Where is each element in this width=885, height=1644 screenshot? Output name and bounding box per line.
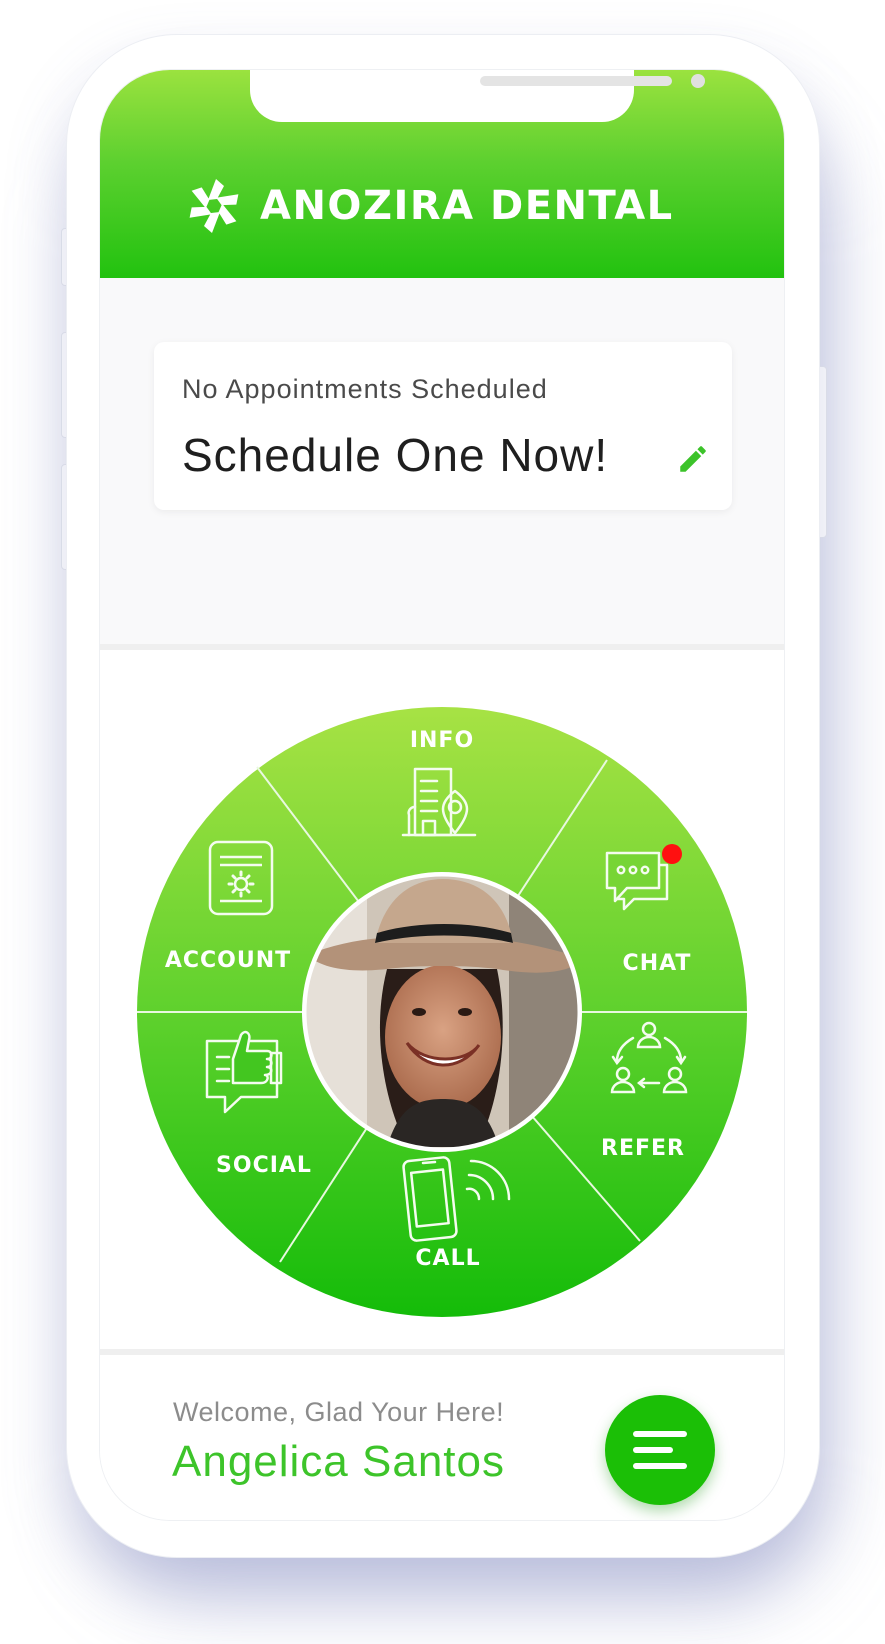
- brand: ANOZIRA DENTAL: [184, 176, 674, 236]
- front-camera: [691, 74, 705, 88]
- wheel-label-chat: CHAT: [623, 951, 692, 976]
- notification-dot: [662, 844, 682, 864]
- wheel-label-social: SOCIAL: [216, 1153, 312, 1178]
- welcome-message: Welcome, Glad Your Here!: [173, 1397, 505, 1427]
- speaker-grille: [480, 76, 672, 86]
- aperture-logo-icon: [185, 179, 243, 233]
- appointment-status: No Appointments Scheduled: [182, 374, 548, 404]
- wheel-label-account: ACCOUNT: [165, 948, 291, 973]
- appointment-section: No Appointments Scheduled Schedule One N…: [100, 278, 784, 644]
- app-screen: ANOZIRA DENTAL No Appointments Scheduled…: [100, 70, 784, 1520]
- menu-button[interactable]: [605, 1395, 715, 1505]
- phone-notch: [250, 70, 705, 122]
- bottom-bar: Welcome, Glad Your Here! Angelica Santos: [100, 1355, 784, 1520]
- stage: ANOZIRA DENTAL No Appointments Scheduled…: [0, 0, 885, 1644]
- wheel-label-info: INFO: [410, 728, 474, 753]
- app-header: ANOZIRA DENTAL: [100, 70, 784, 278]
- radial-menu: INFO CHAT REFER CALL SOCIAL ACCOUNT: [137, 707, 747, 1317]
- user-name: Angelica Santos: [172, 1437, 505, 1486]
- wheel-section: INFO CHAT REFER CALL SOCIAL ACCOUNT: [100, 650, 784, 1350]
- brand-name: ANOZIRA DENTAL: [260, 183, 674, 229]
- schedule-cta[interactable]: Schedule One Now!: [182, 428, 608, 482]
- appointment-card[interactable]: No Appointments Scheduled Schedule One N…: [154, 342, 732, 510]
- wheel-label-refer: REFER: [601, 1136, 685, 1161]
- wheel-label-call: CALL: [415, 1246, 480, 1271]
- pencil-icon[interactable]: [676, 442, 710, 476]
